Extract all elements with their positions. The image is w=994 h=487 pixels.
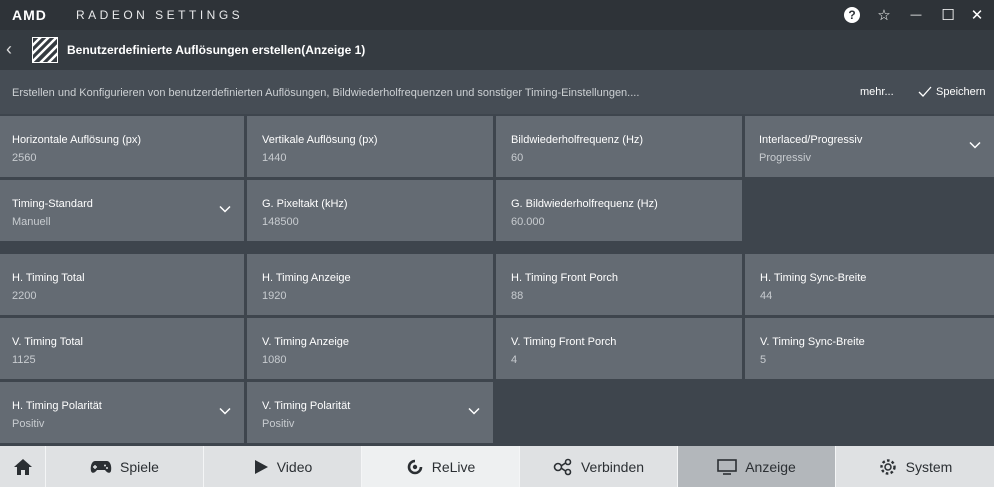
field-value: 2560 — [12, 152, 37, 164]
vertical-resolution-field[interactable]: Vertikale Auflösung (px) 1440 — [247, 116, 493, 177]
field-value: 1125 — [12, 354, 36, 366]
help-button[interactable]: ? — [841, 4, 863, 26]
v-timing-sync-width-field[interactable]: V. Timing Sync-Breite 5 — [745, 318, 994, 379]
field-label: G. Pixeltakt (kHz) — [262, 198, 348, 210]
tab-video-label: Video — [276, 458, 313, 475]
field-value: Positiv — [262, 418, 295, 430]
total-refresh-rate-field[interactable]: G. Bildwiederholfrequenz (Hz) 60.000 — [496, 180, 742, 241]
tab-connect[interactable]: Verbinden — [519, 446, 677, 487]
h-timing-sync-width-field[interactable]: H. Timing Sync-Breite 44 — [745, 254, 994, 315]
favorite-button[interactable]: ☆ — [873, 4, 895, 26]
connect-icon — [553, 458, 572, 475]
tab-display-label: Anzeige — [745, 458, 796, 475]
field-value: 88 — [511, 290, 524, 302]
tab-system-label: System — [905, 458, 953, 475]
v-timing-front-porch-field[interactable]: V. Timing Front Porch 4 — [496, 318, 742, 379]
monitor-icon — [717, 458, 738, 475]
field-label: Bildwiederholfrequenz (Hz) — [511, 134, 644, 146]
field-label: Timing-Standard — [12, 198, 93, 210]
pixel-clock-field[interactable]: G. Pixeltakt (kHz) 148500 — [247, 180, 493, 241]
field-value: 4 — [511, 354, 518, 366]
h-timing-front-porch-field[interactable]: H. Timing Front Porch 88 — [496, 254, 742, 315]
field-value: 5 — [760, 354, 767, 366]
tab-system[interactable]: System — [835, 446, 994, 487]
more-link[interactable]: mehr... — [860, 86, 894, 98]
check-icon — [918, 86, 932, 97]
relive-icon — [407, 459, 423, 474]
horizontal-resolution-field[interactable]: Horizontale Auflösung (px) 2560 — [0, 116, 244, 177]
field-value: 60 — [511, 152, 524, 164]
gear-icon — [879, 458, 896, 475]
field-value: 148500 — [262, 216, 299, 228]
field-label: H. Timing Total — [12, 272, 85, 284]
close-button[interactable]: ✕ — [966, 4, 988, 26]
custom-resolution-icon — [32, 37, 58, 63]
h-timing-polarity-dropdown[interactable]: H. Timing Polarität Positiv — [0, 382, 244, 443]
app-title: RADEON SETTINGS — [76, 8, 244, 22]
field-label: Vertikale Auflösung (px) — [262, 134, 378, 146]
v-timing-polarity-dropdown[interactable]: V. Timing Polarität Positiv — [247, 382, 493, 443]
chevron-down-icon — [219, 205, 231, 213]
page-title: Benutzerdefinierte Auflösungen erstellen… — [67, 43, 366, 57]
field-label: Horizontale Auflösung (px) — [12, 134, 142, 146]
field-label: G. Bildwiederholfrequenz (Hz) — [511, 198, 658, 210]
field-value: Progressiv — [759, 152, 811, 164]
gamepad-icon — [90, 460, 112, 473]
field-label: V. Timing Front Porch — [511, 336, 617, 348]
page-header: ‹ Benutzerdefinierte Auflösungen erstell… — [0, 30, 994, 70]
field-value: Manuell — [12, 216, 51, 228]
amd-logo: AMD — [12, 7, 47, 23]
back-button[interactable]: ‹ — [6, 40, 12, 58]
save-button[interactable]: Speichern — [918, 86, 986, 98]
star-icon: ☆ — [877, 7, 891, 24]
minimize-button[interactable]: — — [905, 4, 927, 26]
tab-video[interactable]: Video — [203, 446, 361, 487]
field-value: 44 — [760, 290, 773, 302]
tab-connect-label: Verbinden — [580, 458, 645, 475]
timing-standard-dropdown[interactable]: Timing-Standard Manuell — [0, 180, 244, 241]
tab-games[interactable]: Spiele — [45, 446, 203, 487]
refresh-rate-field[interactable]: Bildwiederholfrequenz (Hz) 60 — [496, 116, 742, 177]
field-label: H. Timing Polarität — [12, 400, 102, 412]
bottom-navigation: Spiele Video ReLive Verbinden Anzeige Sy… — [0, 446, 994, 487]
description-text: Erstellen und Konfigurieren von benutzer… — [12, 87, 640, 99]
field-value: 1080 — [262, 354, 287, 366]
save-label: Speichern — [936, 86, 986, 98]
tab-games-label: Spiele — [120, 458, 159, 475]
field-label: H. Timing Sync-Breite — [760, 272, 867, 284]
tab-display[interactable]: Anzeige — [677, 446, 835, 487]
help-icon: ? — [844, 7, 860, 23]
field-value: 1440 — [262, 152, 287, 164]
h-timing-total-field[interactable]: H. Timing Total 2200 — [0, 254, 244, 315]
maximize-button[interactable]: ☐ — [937, 4, 959, 26]
field-value: Positiv — [12, 418, 45, 430]
play-icon — [254, 459, 268, 474]
field-label: H. Timing Anzeige — [262, 272, 351, 284]
minimize-icon: — — [910, 9, 922, 21]
chevron-down-icon — [468, 407, 480, 415]
v-timing-display-field[interactable]: V. Timing Anzeige 1080 — [247, 318, 493, 379]
field-label: H. Timing Front Porch — [511, 272, 618, 284]
v-timing-total-field[interactable]: V. Timing Total 1125 — [0, 318, 244, 379]
field-label: V. Timing Total — [12, 336, 83, 348]
chevron-down-icon — [969, 141, 981, 149]
tab-relive-label: ReLive — [431, 458, 476, 475]
field-value: 2200 — [12, 290, 37, 302]
home-button[interactable] — [0, 446, 45, 487]
h-timing-display-field[interactable]: H. Timing Anzeige 1920 — [247, 254, 493, 315]
close-icon: ✕ — [970, 7, 984, 24]
field-label: Interlaced/Progressiv — [759, 134, 863, 146]
maximize-icon: ☐ — [941, 7, 955, 24]
tab-relive[interactable]: ReLive — [361, 446, 519, 487]
field-value: 1920 — [262, 290, 287, 302]
description-bar: Erstellen und Konfigurieren von benutzer… — [0, 70, 994, 114]
home-icon — [13, 458, 32, 475]
chevron-down-icon — [219, 407, 231, 415]
field-label: V. Timing Sync-Breite — [760, 336, 865, 348]
interlaced-progressive-dropdown[interactable]: Interlaced/Progressiv Progressiv — [745, 116, 994, 177]
field-value: 60.000 — [511, 216, 545, 228]
field-label: V. Timing Anzeige — [262, 336, 350, 348]
title-bar: AMD RADEON SETTINGS ? ☆ — ☐ ✕ — [0, 0, 994, 30]
field-label: V. Timing Polarität — [262, 400, 351, 412]
